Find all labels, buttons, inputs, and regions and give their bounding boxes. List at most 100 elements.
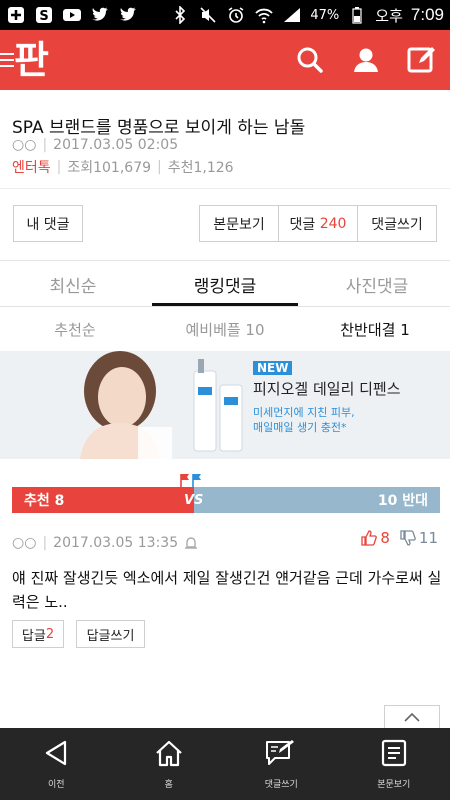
logo-menu-button[interactable]: 판 — [0, 38, 49, 82]
menu-icon — [0, 53, 14, 67]
dislike-button[interactable]: 11 — [400, 529, 438, 547]
thumbs-down-icon — [400, 530, 416, 546]
search-icon — [297, 47, 323, 73]
wifi-icon — [254, 5, 274, 25]
comment-votes: 8 11 — [361, 529, 438, 547]
report-icon[interactable] — [184, 536, 198, 550]
s-app-icon: S — [34, 5, 54, 25]
ad-banner[interactable]: NEW 피지오겔 데일리 디펜스 미세먼지에 지친 피부, 매일매일 생기 충전… — [0, 351, 450, 459]
nav-home[interactable]: 홈 — [113, 728, 226, 800]
nav-label: 이전 — [47, 779, 65, 790]
comment-tabs: 최신순 랭킹댓글 사진댓글 — [0, 262, 450, 306]
tab-latest[interactable]: 최신순 — [0, 262, 146, 306]
ad-model-image — [80, 351, 172, 459]
separator: | — [42, 137, 48, 153]
article-stats: 엔터톡 | 조회101,679 | 추천1,126 — [12, 157, 234, 177]
replies-button[interactable]: 답글 2 — [12, 620, 64, 648]
tab-photo[interactable]: 사진댓글 — [304, 262, 450, 306]
tab-label: 사진댓글 — [345, 276, 409, 297]
ad-new-badge: NEW — [253, 361, 293, 375]
tab-ranking[interactable]: 랭킹댓글 — [152, 262, 298, 306]
divider — [0, 306, 450, 307]
nav-back[interactable]: 이전 — [0, 728, 113, 800]
document-icon — [381, 739, 406, 766]
youtube-icon — [62, 5, 82, 25]
app-header: 판 — [0, 30, 450, 90]
search-button[interactable] — [294, 44, 326, 76]
article-actions: 본문보기 댓글 240 댓글쓰기 — [199, 205, 437, 242]
subtab-recommend[interactable]: 추천순 — [0, 308, 150, 350]
nav-write-comment[interactable]: 댓글쓰기 — [225, 728, 338, 800]
article-recommends: 추천1,126 — [167, 160, 234, 176]
nav-label: 본문보기 — [377, 779, 411, 790]
vote-up-bar: 추천 8 — [12, 487, 194, 513]
article-datetime: 2017.03.05 02:05 — [53, 137, 179, 153]
profile-button[interactable] — [350, 44, 382, 76]
nav-view-post[interactable]: 본문보기 — [338, 728, 450, 800]
tab-label: 랭킹댓글 — [193, 276, 257, 297]
subtab-pre-best[interactable]: 예비베플 10 — [150, 308, 300, 350]
battery-percent: 47% — [310, 7, 340, 23]
chevron-up-icon — [404, 712, 420, 722]
comment-datetime: 2017.03.05 13:35 — [53, 535, 179, 551]
separator: | — [56, 159, 62, 175]
ad-subtitle: 매일매일 생기 충전* — [253, 421, 347, 434]
bottom-nav: 이전 홈 댓글쓰기 본문보기 — [0, 728, 450, 800]
dislike-count: 11 — [418, 529, 438, 547]
subtab-label: 찬반대결 1 — [340, 320, 410, 339]
user-icon — [354, 48, 378, 72]
like-button[interactable]: 8 — [361, 529, 390, 547]
add-notification-icon — [6, 5, 26, 25]
like-count: 8 — [380, 529, 390, 547]
view-post-label: 본문보기 — [213, 216, 265, 233]
write-comment-icon — [266, 739, 295, 765]
replies-count: 2 — [45, 626, 55, 642]
comment-text: 얘 진짜 잘생긴듯 엑소에서 제일 잘생긴건 얜거같음 근데 가수로써 실력은 … — [12, 569, 442, 611]
nav-label: 댓글쓰기 — [264, 779, 298, 790]
tab-label: 최신순 — [49, 276, 97, 297]
twitter-icon — [90, 5, 110, 25]
nav-label: 홈 — [164, 779, 173, 790]
separator: | — [42, 535, 48, 551]
comments-label: 댓글 — [289, 216, 316, 233]
twitter-icon — [118, 5, 138, 25]
write-reply-button[interactable]: 답글쓰기 — [76, 620, 145, 648]
edit-icon — [407, 47, 435, 73]
svg-text:S: S — [39, 9, 48, 24]
subtab-label: 추천순 — [54, 320, 96, 339]
subtab-versus[interactable]: 찬반대결 1 — [300, 308, 450, 350]
article-category[interactable]: 엔터톡 — [12, 157, 51, 177]
ad-product-image — [193, 359, 243, 452]
battery-icon — [347, 5, 367, 25]
status-bar: S 47% 오후 7:09 — [0, 0, 450, 30]
bluetooth-icon — [170, 5, 190, 25]
app-logo: 판 — [14, 38, 49, 82]
vote-down-bar: 10 반대 — [194, 487, 440, 513]
comment-subtabs: 추천순 예비베플 10 찬반대결 1 — [0, 308, 450, 350]
signal-icon — [282, 5, 302, 25]
home-icon — [156, 740, 182, 766]
comment-author: ○○ — [12, 535, 37, 551]
back-icon — [46, 740, 67, 765]
comments-count: 240 — [319, 215, 347, 232]
thumbs-up-icon — [361, 530, 378, 546]
write-comment-button[interactable]: 댓글쓰기 — [358, 206, 436, 241]
article-title: SPA 브랜드를 명품으로 보이게 하는 남돌 — [12, 118, 306, 138]
article-author: ○○ — [12, 137, 37, 153]
ad-title: 피지오겔 데일리 디펜스 — [253, 380, 401, 398]
scroll-top-button[interactable] — [384, 705, 440, 729]
comment-meta: ○○ | 2017.03.05 13:35 — [12, 535, 198, 551]
status-time: 7:09 — [410, 5, 444, 24]
status-ampm: 오후 — [375, 7, 403, 25]
subtab-label: 예비베플 10 — [185, 320, 265, 339]
divider — [0, 188, 450, 189]
vs-label: VS — [184, 493, 204, 508]
view-post-button[interactable]: 본문보기 — [200, 206, 279, 241]
article-views: 조회101,679 — [67, 160, 152, 176]
separator: | — [157, 159, 162, 175]
comments-count-button[interactable]: 댓글 240 — [279, 206, 358, 241]
write-button[interactable] — [406, 44, 438, 76]
mute-icon — [198, 5, 218, 25]
my-comments-button[interactable]: 내 댓글 — [13, 205, 83, 242]
alarm-icon — [226, 5, 246, 25]
